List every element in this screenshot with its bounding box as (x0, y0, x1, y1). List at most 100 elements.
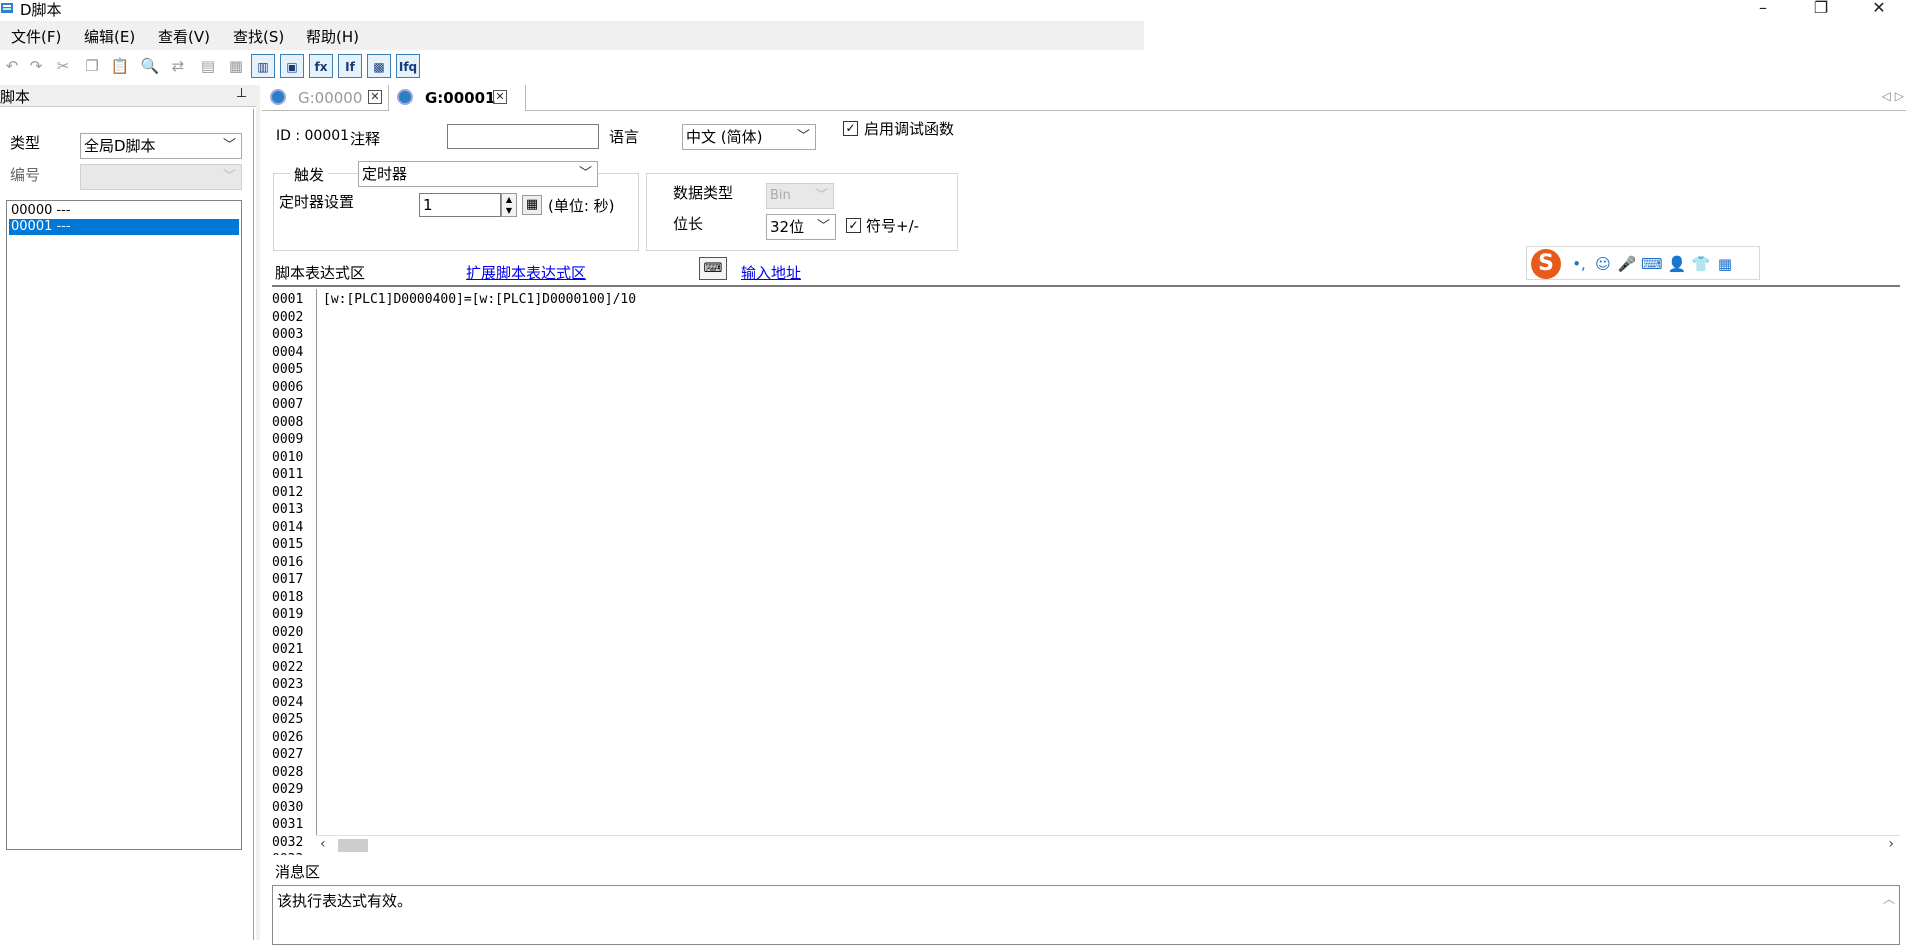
line-number: 0014 (272, 519, 304, 535)
keypad-icon[interactable]: ▦ (522, 195, 542, 215)
language-label: 语言 (609, 128, 640, 146)
if-function-icon[interactable]: If (338, 54, 362, 78)
line-number: 0033 (272, 851, 316, 855)
input-address-link[interactable]: 输入地址 (741, 262, 801, 283)
line-number: 0015 (272, 537, 304, 552)
line-number-gutter: 0001 0002 0003 0004 0005 0006 0007 0008 … (272, 291, 316, 855)
bitlen-label: 位长 (673, 215, 704, 233)
list-item-selected[interactable]: 00001 --- (9, 219, 239, 235)
new-script-icon[interactable]: ▦ (224, 54, 248, 78)
type-select-value: 全局D脚本 (84, 137, 156, 155)
sign-label: 符号+/- (866, 217, 920, 235)
paste-icon[interactable]: 📋 (108, 54, 132, 78)
user-icon[interactable]: 👤 (1667, 254, 1687, 274)
tab-g00001[interactable]: G:00001 ✕ (388, 85, 526, 111)
global-script-icon (270, 89, 286, 105)
message-text: 该执行表达式有效。 (277, 892, 413, 910)
chevron-down-icon: ﹀ (578, 166, 592, 181)
function-icon[interactable]: fx (309, 54, 333, 78)
tab-scroll-arrows[interactable]: ◁ ▷ (1882, 89, 1904, 103)
line-number: 0020 (272, 624, 304, 640)
menu-find[interactable]: 查找(S) (233, 26, 284, 47)
panel-splitter[interactable] (256, 85, 260, 940)
close-icon[interactable]: ✕ (368, 90, 382, 104)
script-list-icon[interactable]: ▥ (251, 54, 275, 78)
emoji-icon[interactable]: ☺ (1593, 254, 1613, 274)
comment-input[interactable] (447, 124, 599, 149)
minimize-button[interactable]: – (1740, 0, 1786, 18)
line-number: 0010 (272, 449, 304, 465)
number-select[interactable]: ﹀ (80, 164, 242, 190)
tab-strip: G:00000 ✕ G:00001 ✕ ◁ ▷ (262, 85, 1906, 111)
script-view-icon[interactable]: ▣ (280, 54, 304, 78)
menu-view[interactable]: 查看(V) (158, 26, 210, 47)
menu-edit[interactable]: 编辑(E) (84, 26, 135, 47)
timer-spinner[interactable]: ▲ ▼ (501, 193, 517, 217)
code-area[interactable]: [w:[PLC1]D0000400]=[w:[PLC1]D0000100]/10 (316, 289, 1896, 837)
extend-expression-link[interactable]: 扩展脚本表达式区 (466, 262, 586, 283)
horizontal-scrollbar[interactable]: ‹ › (316, 835, 1900, 853)
line-number: 0016 (272, 554, 304, 570)
bitlen-select[interactable]: 32位 ﹀ (766, 214, 836, 240)
line-number: 0024 (272, 694, 304, 710)
line-number: 0023 (272, 677, 304, 692)
keyboard-icon[interactable]: ⌨ (1641, 254, 1663, 274)
language-select[interactable]: 中文 (简体) ﹀ (682, 124, 816, 150)
menu-file[interactable]: 文件(F) (11, 26, 61, 47)
redo-icon[interactable]: ↷ (24, 54, 48, 78)
replace-icon[interactable]: ⇄ (166, 54, 190, 78)
grid-icon[interactable]: ▦ (1715, 254, 1735, 274)
image-icon[interactable]: ▩ (367, 54, 391, 78)
toolbar: ↶ ↷ ✂ ❐ 📋 🔍 ⇄ ▤ ▦ ▥ ▣ fx If ▩ Ifq (0, 52, 1144, 82)
line-number: 0009 (272, 432, 304, 447)
trigger-select[interactable]: 定时器 ﹀ (358, 161, 598, 187)
scroll-left-icon[interactable]: ‹ (320, 836, 326, 852)
bitlen-select-value: 32位 (770, 218, 805, 236)
datatype-select[interactable]: Bin ﹀ (766, 183, 834, 209)
pin-icon[interactable]: ⊥ (236, 86, 247, 101)
skin-icon[interactable]: 👕 (1691, 254, 1711, 274)
copy-icon[interactable]: ❐ (80, 54, 104, 78)
script-id: ID : 00001 (276, 128, 350, 144)
script-panel: 脚本 ⊥ 类型 全局D脚本 ﹀ 编号 ﹀ 00000 --- 00001 --- (0, 85, 256, 940)
line-number: 0017 (272, 572, 304, 587)
line-number: 0028 (272, 764, 304, 780)
script-list[interactable]: 00000 --- 00001 --- (6, 200, 242, 850)
line-number: 0001 (272, 292, 304, 307)
code-line[interactable]: [w:[PLC1]D0000400]=[w:[PLC1]D0000100]/10 (323, 291, 636, 309)
scroll-up-icon[interactable]: ︿ (1883, 890, 1895, 907)
datatype-label: 数据类型 (673, 184, 734, 202)
chevron-down-icon: ﹀ (814, 188, 828, 203)
tab-label: G:00000 (298, 89, 363, 107)
address-input-icon[interactable]: ⌨ (699, 257, 727, 280)
close-button[interactable]: ✕ (1856, 0, 1902, 18)
sign-checkbox[interactable]: ✓ (846, 218, 861, 233)
debug-checkbox[interactable]: ✓ (843, 121, 858, 136)
line-number: 0031 (272, 817, 304, 832)
line-number: 0003 (272, 327, 304, 342)
tab-g00000[interactable]: G:00000 ✕ (262, 85, 388, 111)
global-script-icon (397, 89, 413, 105)
cut-icon[interactable]: ✂ (51, 54, 75, 78)
find-icon[interactable]: 🔍 (138, 54, 162, 78)
scroll-right-icon[interactable]: › (1888, 836, 1894, 852)
list-item[interactable]: 00000 --- (9, 203, 239, 219)
undo-icon[interactable]: ↶ (0, 54, 24, 78)
microphone-icon[interactable]: 🎤 (1617, 254, 1637, 274)
timer-label: 定时器设置 (279, 193, 355, 211)
properties-icon[interactable]: ▤ (196, 54, 220, 78)
restore-button[interactable]: ❐ (1798, 0, 1844, 18)
close-icon[interactable]: ✕ (493, 90, 507, 104)
expression-editor[interactable]: 0001 0002 0003 0004 0005 0006 0007 0008 … (272, 285, 1900, 855)
line-number: 0022 (272, 659, 304, 675)
type-select[interactable]: 全局D脚本 ﹀ (80, 133, 242, 159)
line-number: 0029 (272, 782, 304, 797)
punctuation-icon[interactable]: •, (1569, 254, 1589, 274)
line-number: 0012 (272, 484, 304, 500)
expression-section-label: 脚本表达式区 (275, 264, 366, 282)
scrollbar-thumb[interactable] (338, 839, 368, 852)
ime-logo-icon[interactable]: S (1531, 249, 1561, 279)
if-search-icon[interactable]: Ifq (396, 54, 420, 78)
timer-input[interactable]: 1 (419, 193, 501, 217)
menu-help[interactable]: 帮助(H) (306, 26, 359, 47)
